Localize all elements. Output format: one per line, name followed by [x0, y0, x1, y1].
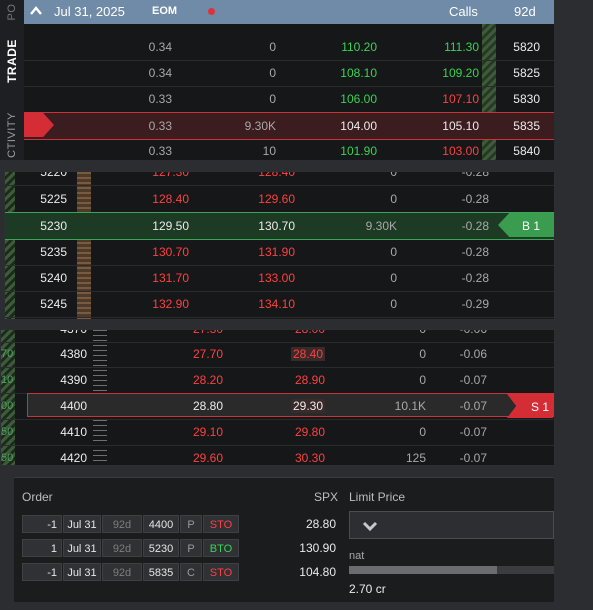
- left-tab-strip: PO TRADE CTIVITY: [0, 0, 25, 160]
- leg-expiration[interactable]: Jul 31: [63, 563, 101, 581]
- price-slider-fill: [349, 566, 497, 574]
- calls-panel: Jul 31, 2025 EOM Calls 92d 0.34 0 110.20…: [24, 0, 554, 160]
- table-row[interactable]: 5235 130.70 131.90 0 -0.28: [5, 239, 554, 266]
- leg-action[interactable]: BTO: [203, 539, 239, 557]
- leg-action[interactable]: STO: [203, 563, 239, 581]
- selected-row-sell[interactable]: S 1 0.33 9.30K 104.00 105.10 5835: [24, 112, 554, 140]
- table-row[interactable]: 5245 132.90 134.10 0 -0.29: [5, 291, 554, 318]
- table-row[interactable]: 10 4390 28.20 28.90 0 -0.07: [1, 367, 554, 394]
- table-row[interactable]: 5225 128.40 129.60 0 -0.28: [5, 186, 554, 213]
- table-row[interactable]: 50 4420 29.60 30.30 125 -0.07: [1, 445, 554, 465]
- sell-leg-marker[interactable]: S 1: [507, 394, 553, 418]
- leg-quantity[interactable]: -1: [22, 515, 62, 533]
- leg-action[interactable]: STO: [203, 515, 239, 533]
- table-row[interactable]: 0.33 10 101.90 103.00 5840: [24, 138, 554, 160]
- leg-days: 92d: [102, 539, 142, 557]
- leg-price: 130.90: [299, 541, 336, 555]
- calls-title: Calls: [449, 4, 478, 19]
- eom-tag: EOM: [152, 5, 178, 17]
- leg-strike[interactable]: 5835: [143, 563, 179, 581]
- credit-amount: 2.70 cr: [349, 582, 386, 596]
- leg-expiration[interactable]: Jul 31: [63, 515, 101, 533]
- order-panel: Order SPX Limit Price -1 Jul 31 92d 4400…: [14, 477, 554, 602]
- spx-label: SPX: [314, 490, 339, 504]
- order-leg[interactable]: -1 Jul 31 92d 4400 P STO: [22, 515, 242, 533]
- table-row[interactable]: 0.34 0 110.20 111.30 5820: [24, 34, 554, 61]
- puts-panel-upper: 5220 127.30 128.40 0 -0.28 5225 128.40 1…: [4, 171, 555, 320]
- tab-trade[interactable]: TRADE: [0, 30, 24, 92]
- table-row[interactable]: 00 S 1 4400 28.80 29.30 10.1K -0.07: [1, 393, 554, 420]
- leg-days: 92d: [102, 515, 142, 533]
- limit-price-label: Limit Price: [349, 490, 406, 504]
- table-row[interactable]: 50 4410 29.10 29.80 0 -0.07: [1, 419, 554, 446]
- leg-expiration[interactable]: Jul 31: [63, 539, 101, 557]
- expiration-header[interactable]: Jul 31, 2025 EOM Calls 92d: [24, 0, 554, 24]
- buy-leg-marker[interactable]: B 1: [498, 213, 554, 237]
- order-leg[interactable]: -1 Jul 31 92d 5835 C STO: [22, 563, 242, 581]
- table-row[interactable]: 5240 131.70 133.00 0 -0.28: [5, 265, 554, 292]
- leg-days: 92d: [102, 563, 142, 581]
- tab-positions[interactable]: PO: [0, 0, 24, 24]
- leg-quantity[interactable]: -1: [22, 563, 62, 581]
- order-title: Order: [22, 490, 53, 504]
- chevron-up-icon[interactable]: [30, 4, 42, 18]
- expiration-date: Jul 31, 2025: [54, 4, 125, 19]
- nat-label: nat: [349, 550, 365, 562]
- puts-panel-lower: 4370 27.30 28.00 0 -0.06 70 4380 27.70 2…: [0, 329, 555, 466]
- sell-leg-marker[interactable]: S 1: [24, 113, 54, 137]
- days-to-expiry: 92d: [514, 4, 536, 19]
- price-slider[interactable]: [349, 566, 554, 574]
- limit-price-dropdown[interactable]: [349, 511, 554, 539]
- table-row[interactable]: 70 4380 27.70 28.40 0 -0.06: [1, 341, 554, 368]
- leg-strike[interactable]: 4400: [143, 515, 179, 533]
- leg-strike[interactable]: 5230: [143, 539, 179, 557]
- order-leg[interactable]: 1 Jul 31 92d 5230 P BTO: [22, 539, 242, 557]
- table-row[interactable]: 5220 127.30 128.40 0 -0.28: [5, 172, 554, 186]
- table-row[interactable]: 0.33 0 106.00 107.10 5830: [24, 86, 554, 113]
- leg-price: 28.80: [305, 517, 336, 531]
- leg-type[interactable]: C: [180, 563, 202, 581]
- leg-price: 104.80: [299, 565, 336, 579]
- tab-activity[interactable]: CTIVITY: [0, 110, 24, 160]
- leg-quantity[interactable]: 1: [22, 539, 62, 557]
- leg-type[interactable]: P: [180, 515, 202, 533]
- leg-type[interactable]: P: [180, 539, 202, 557]
- table-row[interactable]: 0.34 0 108.10 109.20 5825: [24, 60, 554, 87]
- selected-row-buy[interactable]: 5230 129.50 130.70 9.30K -0.28 B 1: [5, 212, 554, 240]
- chevron-down-icon[interactable]: [362, 520, 378, 532]
- status-dot-icon: [208, 8, 215, 15]
